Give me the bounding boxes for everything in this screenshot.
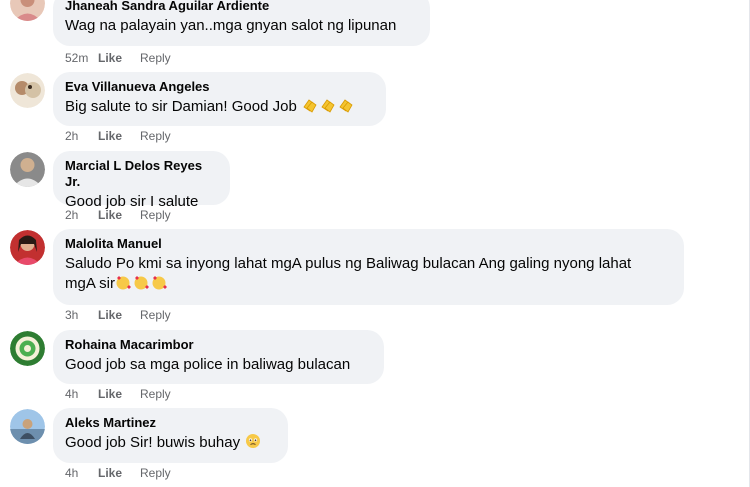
smiling-face-with-hearts-emoji-icon [115, 274, 169, 296]
avatar[interactable] [10, 409, 45, 444]
comment-actions: 2h Like Reply [65, 129, 171, 143]
avatar[interactable] [10, 230, 45, 265]
reply-button[interactable]: Reply [140, 51, 171, 65]
reply-button[interactable]: Reply [140, 466, 171, 480]
comment-actions: 52m Like Reply [65, 51, 171, 65]
avatar[interactable] [10, 0, 45, 21]
reply-button[interactable]: Reply [140, 387, 171, 401]
comment-author[interactable]: Rohaina Macarimbor [65, 337, 372, 353]
avatar[interactable] [10, 331, 45, 366]
comment-time[interactable]: 52m [65, 51, 98, 65]
comment-actions: 4h Like Reply [65, 466, 171, 480]
reply-button[interactable]: Reply [140, 129, 171, 143]
comment-actions: 4h Like Reply [65, 387, 171, 401]
comment-actions: 3h Like Reply [65, 308, 171, 322]
comment-bubble: Malolita Manuel Saludo Po kmi sa inyong … [53, 229, 684, 305]
comment-author[interactable]: Marcial L Delos Reyes Jr. [65, 158, 218, 190]
avatar[interactable] [10, 152, 45, 187]
comment-text: Big salute to sir Damian! Good Job [65, 98, 297, 115]
comment-time[interactable]: 2h [65, 208, 98, 222]
comment-text: Saludo Po kmi sa inyong lahat mgA pulus … [65, 255, 632, 272]
comment-text: Good job sa mga police in baliwag bulaca… [65, 356, 351, 373]
comment-time[interactable]: 4h [65, 387, 98, 401]
like-button[interactable]: Like [98, 51, 140, 65]
comment-text: mgA sir [65, 275, 116, 292]
comment-time[interactable]: 4h [65, 466, 98, 480]
comment-bubble: Marcial L Delos Reyes Jr. Good job sir I… [53, 151, 230, 210]
avatar[interactable] [10, 73, 45, 108]
comment-bubble: Aleks Martinez Good job Sir! buwis buhay [53, 408, 288, 463]
comment-author[interactable]: Jhaneah Sandra Aguilar Ardiente [65, 0, 418, 14]
face-holding-back-tears-emoji-icon [244, 433, 262, 455]
like-button[interactable]: Like [98, 129, 140, 143]
like-button[interactable]: Like [98, 308, 140, 322]
comment-bubble: Eva Villanueva Angeles Big salute to sir… [53, 72, 386, 126]
like-button[interactable]: Like [98, 466, 140, 480]
comment-author[interactable]: Eva Villanueva Angeles [65, 79, 374, 95]
comment-actions: 2h Like Reply [65, 208, 171, 222]
comment-text-row: Big salute to sir Damian! Good Job [65, 97, 374, 119]
reply-button[interactable]: Reply [140, 308, 171, 322]
comment-text-row: mgA sir [65, 274, 672, 296]
reply-button[interactable]: Reply [140, 208, 171, 222]
comment-bubble: Rohaina Macarimbor Good job sa mga polic… [53, 330, 384, 384]
comment-author[interactable]: Aleks Martinez [65, 415, 276, 431]
comment-author[interactable]: Malolita Manuel [65, 236, 672, 252]
clapping-hands-emoji-icon [301, 97, 355, 119]
comment-bubble: Jhaneah Sandra Aguilar Ardiente Wag na p… [53, 0, 430, 46]
comment-text: Good job Sir! buwis buhay [65, 434, 241, 451]
comment-time[interactable]: 2h [65, 129, 98, 143]
comment-text: Wag na palayain yan..mga gnyan salot ng … [65, 17, 397, 34]
comment-text-row: Good job Sir! buwis buhay [65, 433, 276, 455]
comment-time[interactable]: 3h [65, 308, 98, 322]
like-button[interactable]: Like [98, 387, 140, 401]
like-button[interactable]: Like [98, 208, 140, 222]
